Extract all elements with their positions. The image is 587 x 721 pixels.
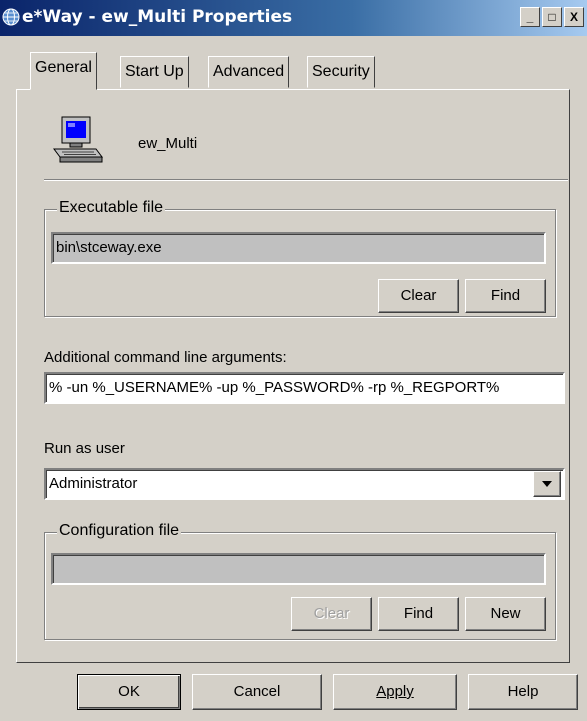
title-bar[interactable]: e*Way - ew_Multi Properties _ □ X [0,0,587,36]
run-as-user-label: Run as user [44,440,125,457]
help-button[interactable]: Help [468,674,578,710]
config-clear-button: Clear [291,597,372,631]
tab-general[interactable]: General [30,52,97,90]
component-name: ew_Multi [138,135,198,152]
executable-clear-button[interactable]: Clear [378,279,459,313]
run-as-user-select[interactable]: Administrator [44,468,565,500]
configuration-file-group-label: Configuration file [57,522,182,540]
apply-button[interactable]: Apply [333,674,457,710]
run-as-user-value: Administrator [49,475,138,492]
close-button[interactable]: X [564,7,584,27]
executable-find-button[interactable]: Find [465,279,546,313]
tab-start-up[interactable]: Start Up [120,56,189,88]
config-new-button[interactable]: New [465,597,546,631]
executable-file-field[interactable]: bin\stceway.exe [51,232,546,264]
command-line-args-input[interactable]: % -un %_USERNAME% -up %_PASSWORD% -rp %_… [44,372,565,404]
args-label: Additional command line arguments: [44,349,287,366]
window-title: e*Way - ew_Multi Properties [22,7,293,27]
config-find-button[interactable]: Find [378,597,459,631]
executable-file-group-label: Executable file [57,199,166,217]
maximize-button[interactable]: □ [542,7,562,27]
tab-advanced[interactable]: Advanced [208,56,290,88]
minimize-button[interactable]: _ [520,7,540,27]
tab-security[interactable]: Security [307,56,375,88]
ok-button[interactable]: OK [77,674,181,710]
cancel-button[interactable]: Cancel [192,674,322,710]
dropdown-button[interactable] [533,471,561,497]
globe-icon [2,8,20,26]
configuration-file-field[interactable] [51,553,546,585]
header-separator [44,179,568,181]
chevron-down-icon [542,481,552,487]
computer-icon [53,116,103,163]
